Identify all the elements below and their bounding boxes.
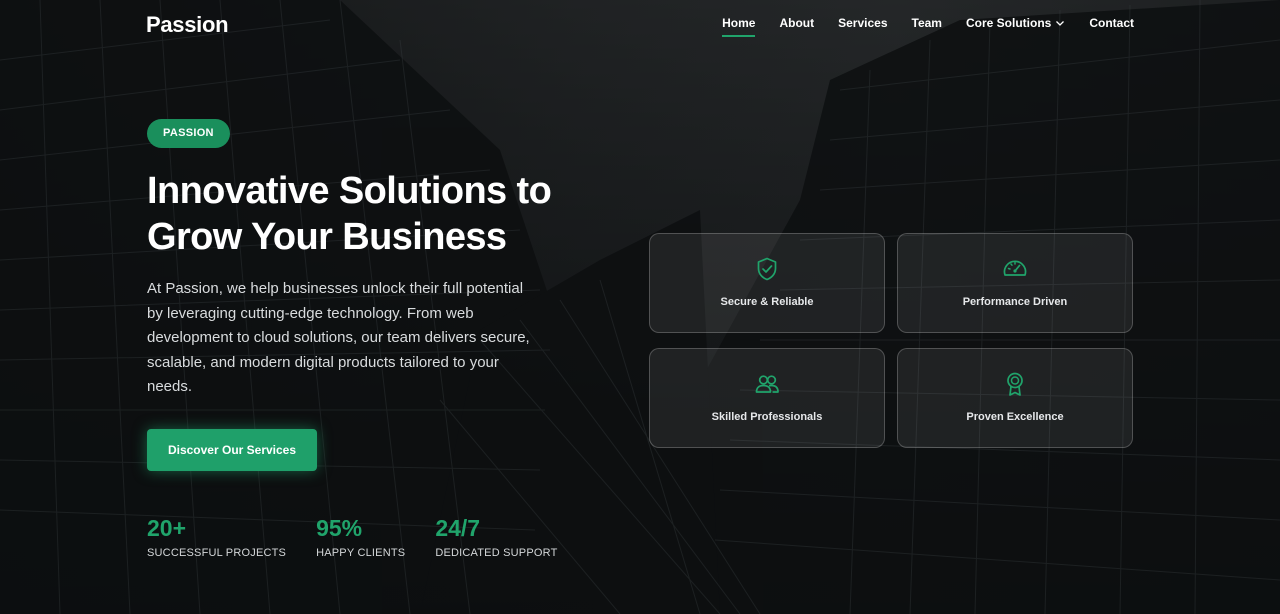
people-icon (755, 375, 779, 393)
feature-cards-grid: Secure & Reliable Performance Driven Ski… (649, 233, 1133, 448)
stat-value: 95% (316, 515, 363, 541)
feature-card-professionals: Skilled Professionals (649, 348, 885, 448)
stat-label: HAPPY CLIENTS (316, 547, 406, 559)
site-logo[interactable]: Passion (146, 12, 229, 38)
stat-support: 24/7 DEDICATED SUPPORT (435, 514, 557, 559)
hero-headline-line-2: Grow Your Business (147, 216, 507, 258)
award-icon (1007, 372, 1023, 396)
shield-check-icon (757, 257, 777, 281)
chevron-down-icon (1056, 21, 1065, 26)
stats-row: 20+ SUCCESSFUL PROJECTS 95% HAPPY CLIENT… (147, 514, 588, 559)
feature-card-performance: Performance Driven (897, 233, 1133, 333)
nav-about[interactable]: About (779, 16, 814, 30)
stat-value: 24/7 (435, 515, 481, 541)
nav-services[interactable]: Services (838, 16, 887, 30)
nav-core-solutions-label: Core Solutions (965, 16, 1052, 30)
main-menu: Home About Services Team Core Solutions … (722, 16, 1134, 37)
top-navbar: Passion Home About Services Team Core So… (0, 0, 1280, 48)
nav-home[interactable]: Home (722, 16, 756, 37)
hero-headline: Innovative Solutions to Grow Your Busine… (147, 168, 617, 260)
feature-label: Performance Driven (962, 296, 1068, 308)
stat-label: SUCCESSFUL PROJECTS (147, 547, 287, 559)
discover-services-button[interactable]: Discover Our Services (147, 429, 317, 471)
feature-label: Secure & Reliable (720, 296, 814, 308)
nav-contact[interactable]: Contact (1089, 16, 1134, 30)
hero-headline-line-1: Innovative Solutions to (147, 170, 552, 212)
feature-card-excellence: Proven Excellence (897, 348, 1133, 448)
nav-team[interactable]: Team (912, 16, 942, 30)
stat-clients: 95% HAPPY CLIENTS (316, 514, 405, 559)
nav-core-solutions[interactable]: Core Solutions (966, 16, 1065, 30)
stat-label: DEDICATED SUPPORT (435, 547, 558, 559)
feature-label: Proven Excellence (966, 411, 1064, 423)
feature-label: Skilled Professionals (711, 411, 823, 423)
speedometer-icon (1003, 260, 1027, 276)
hero-description: At Passion, we help businesses unlock th… (147, 280, 530, 395)
feature-card-secure: Secure & Reliable (649, 233, 885, 333)
stat-value: 20+ (147, 515, 187, 541)
stat-projects: 20+ SUCCESSFUL PROJECTS (147, 514, 286, 559)
hero-badge: PASSION (147, 119, 230, 148)
